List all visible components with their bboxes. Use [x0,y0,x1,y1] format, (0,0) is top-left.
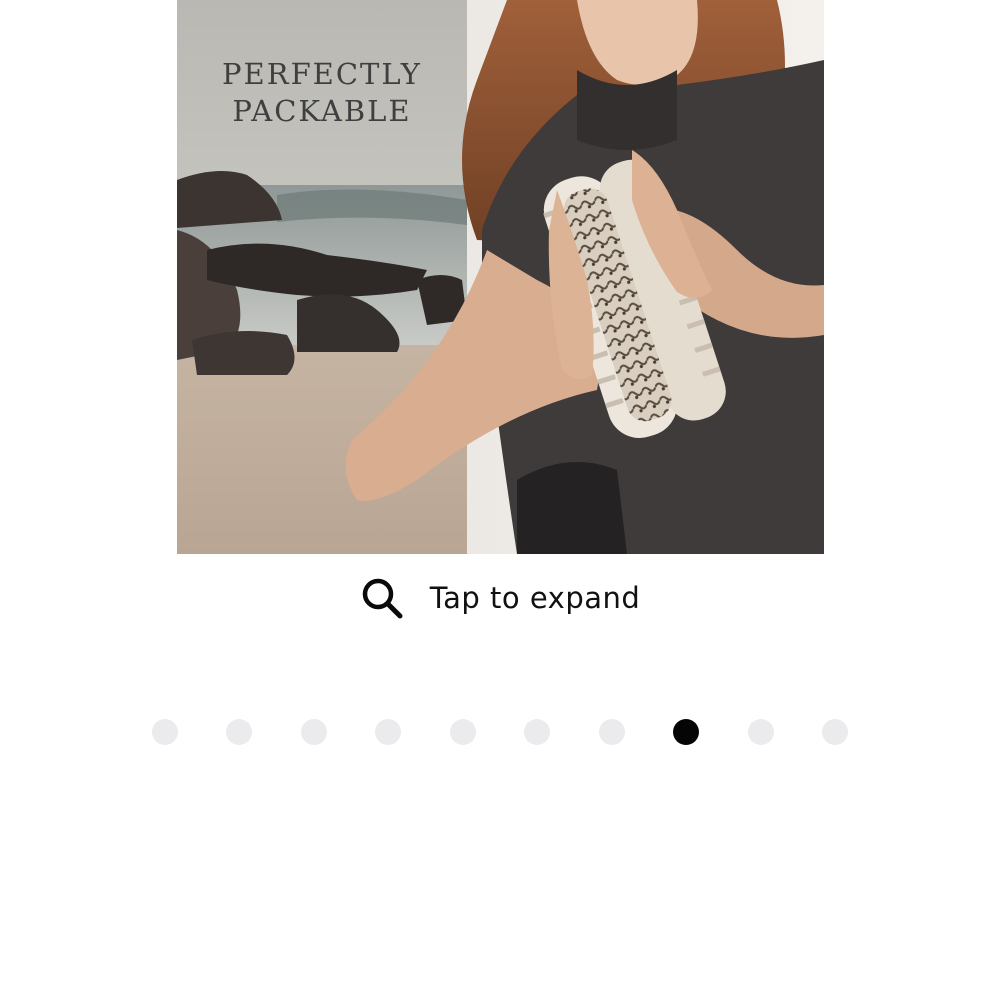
pagination-dot-9[interactable] [748,719,774,745]
pagination-dot-3[interactable] [301,719,327,745]
tap-to-expand-button[interactable]: Tap to expand [0,570,1000,626]
pagination-dot-10[interactable] [822,719,848,745]
pagination-dot-7[interactable] [599,719,625,745]
overlay-line-2: PACKABLE [232,94,412,128]
overlay-caption: PERFECTLY PACKABLE [177,56,467,130]
pagination-dot-6[interactable] [524,719,550,745]
product-gallery-page: PERFECTLY PACKABLE Tap to expand [0,0,1000,1000]
search-icon [360,576,404,620]
pagination-dot-1[interactable] [152,719,178,745]
overlay-line-1: PERFECTLY [222,57,422,91]
product-image[interactable]: PERFECTLY PACKABLE [177,0,824,554]
pagination-dot-8[interactable] [673,719,699,745]
expand-label: Tap to expand [429,581,641,615]
image-pagination [0,718,1000,746]
pagination-dot-5[interactable] [450,719,476,745]
pagination-dot-4[interactable] [375,719,401,745]
pagination-dot-2[interactable] [226,719,252,745]
